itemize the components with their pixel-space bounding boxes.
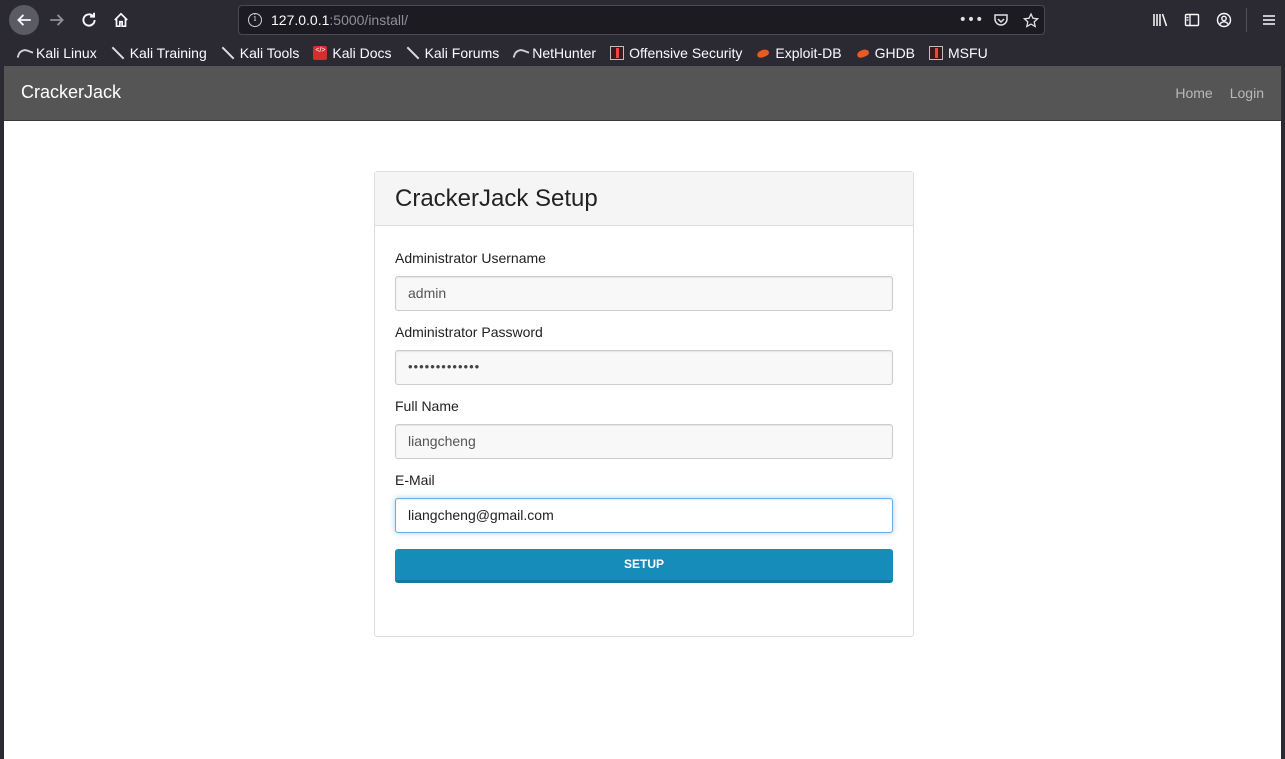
bookmark-label: GHDB [874,44,916,61]
site-info-icon[interactable]: i [248,13,262,27]
bookmark-offensive-security[interactable]: Offensive Security [610,45,742,61]
bookmarks-bar: Kali Linux Kali Training Kali Tools Kali… [0,40,1285,65]
kali-dragon-icon [17,46,31,60]
nav-links: Home Login [1175,85,1281,101]
offsec-icon [610,45,625,60]
account-icon[interactable] [1208,5,1240,35]
kali-slash-icon [111,46,125,60]
back-button[interactable] [9,5,39,35]
bookmark-label: Kali Tools [239,44,300,61]
password-group: Administrator Password ••••••••••••• [395,324,893,385]
bookmark-label: Kali Forums [424,44,500,61]
kali-slash-icon [406,46,420,60]
offsec-icon [929,45,944,60]
bookmark-label: Kali Docs [332,44,392,61]
toolbar-separator [1246,8,1247,32]
fullname-label: Full Name [395,398,459,414]
bookmark-msfu[interactable]: MSFU [929,45,988,61]
app-navbar: CrackerJack Home Login [4,66,1281,121]
email-input[interactable]: liangcheng@gmail.com [395,498,893,533]
bookmark-label: Kali Training [129,44,207,61]
fullname-group: Full Name liangcheng [395,398,893,459]
nav-login-link[interactable]: Login [1230,85,1264,101]
setup-form: Administrator Username admin Administrat… [395,226,893,583]
bookmark-kali-forums[interactable]: Kali Forums [406,45,500,61]
address-bar[interactable]: i 127.0.0.1:5000/install/ ••• [238,5,1045,35]
arrow-right-icon [50,14,64,26]
arrow-left-icon [17,14,31,26]
page-title: CrackerJack Setup [395,185,598,212]
bookmark-label: Kali Linux [36,44,97,61]
bookmark-label: NetHunter [532,44,597,61]
email-group: E-Mail liangcheng@gmail.com [395,472,893,533]
bookmark-kali-training[interactable]: Kali Training [111,45,207,61]
pocket-icon[interactable] [993,10,1009,30]
bookmark-nethunter[interactable]: NetHunter [513,45,596,61]
bookmark-kali-docs[interactable]: Kali Docs [313,44,392,61]
toolbar-right [1144,5,1285,35]
forward-button[interactable] [42,5,72,35]
reload-button[interactable] [74,5,104,35]
url-actions: ••• [959,10,1039,30]
bookmark-kali-tools[interactable]: Kali Tools [221,45,300,61]
reload-icon [82,12,96,27]
email-label: E-Mail [395,472,435,488]
more-actions-icon[interactable]: ••• [959,10,984,30]
bookmark-star-icon[interactable] [1023,10,1039,30]
menu-icon[interactable] [1253,5,1285,35]
bookmark-label: Offensive Security [629,44,743,61]
url-text[interactable]: 127.0.0.1:5000/install/ [271,12,408,28]
app-brand[interactable]: CrackerJack [21,82,121,103]
exploit-db-icon [756,46,770,60]
panel-heading: CrackerJack Setup [375,172,913,226]
browser-toolbar: i 127.0.0.1:5000/install/ ••• [0,0,1285,40]
password-input[interactable]: ••••••••••••• [395,350,893,385]
fullname-input[interactable]: liangcheng [395,424,893,459]
url-path: :5000/install/ [329,12,408,28]
username-label: Administrator Username [395,250,546,266]
username-group: Administrator Username admin [395,250,893,311]
username-input[interactable]: admin [395,276,893,311]
nav-home-link[interactable]: Home [1175,85,1212,101]
library-icon[interactable] [1144,5,1176,35]
home-icon [114,12,128,28]
exploit-db-icon [856,46,870,60]
page-content: CrackerJack Home Login CrackerJack Setup… [4,66,1281,759]
kali-slash-icon [221,46,235,60]
bookmark-label: MSFU [948,44,988,61]
bookmark-label: Exploit-DB [775,44,842,61]
url-host: 127.0.0.1 [271,12,330,28]
bookmark-ghdb[interactable]: GHDB [856,45,915,61]
sidebar-icon[interactable] [1176,5,1208,35]
bookmark-kali-linux[interactable]: Kali Linux [17,45,97,61]
home-button[interactable] [106,5,136,35]
setup-panel: CrackerJack Setup Administrator Username… [374,171,914,637]
password-label: Administrator Password [395,324,543,340]
kali-docs-icon [313,45,328,60]
kali-dragon-icon [513,46,527,60]
setup-button[interactable]: SETUP [395,549,893,583]
bookmark-exploit-db[interactable]: Exploit-DB [756,45,841,61]
